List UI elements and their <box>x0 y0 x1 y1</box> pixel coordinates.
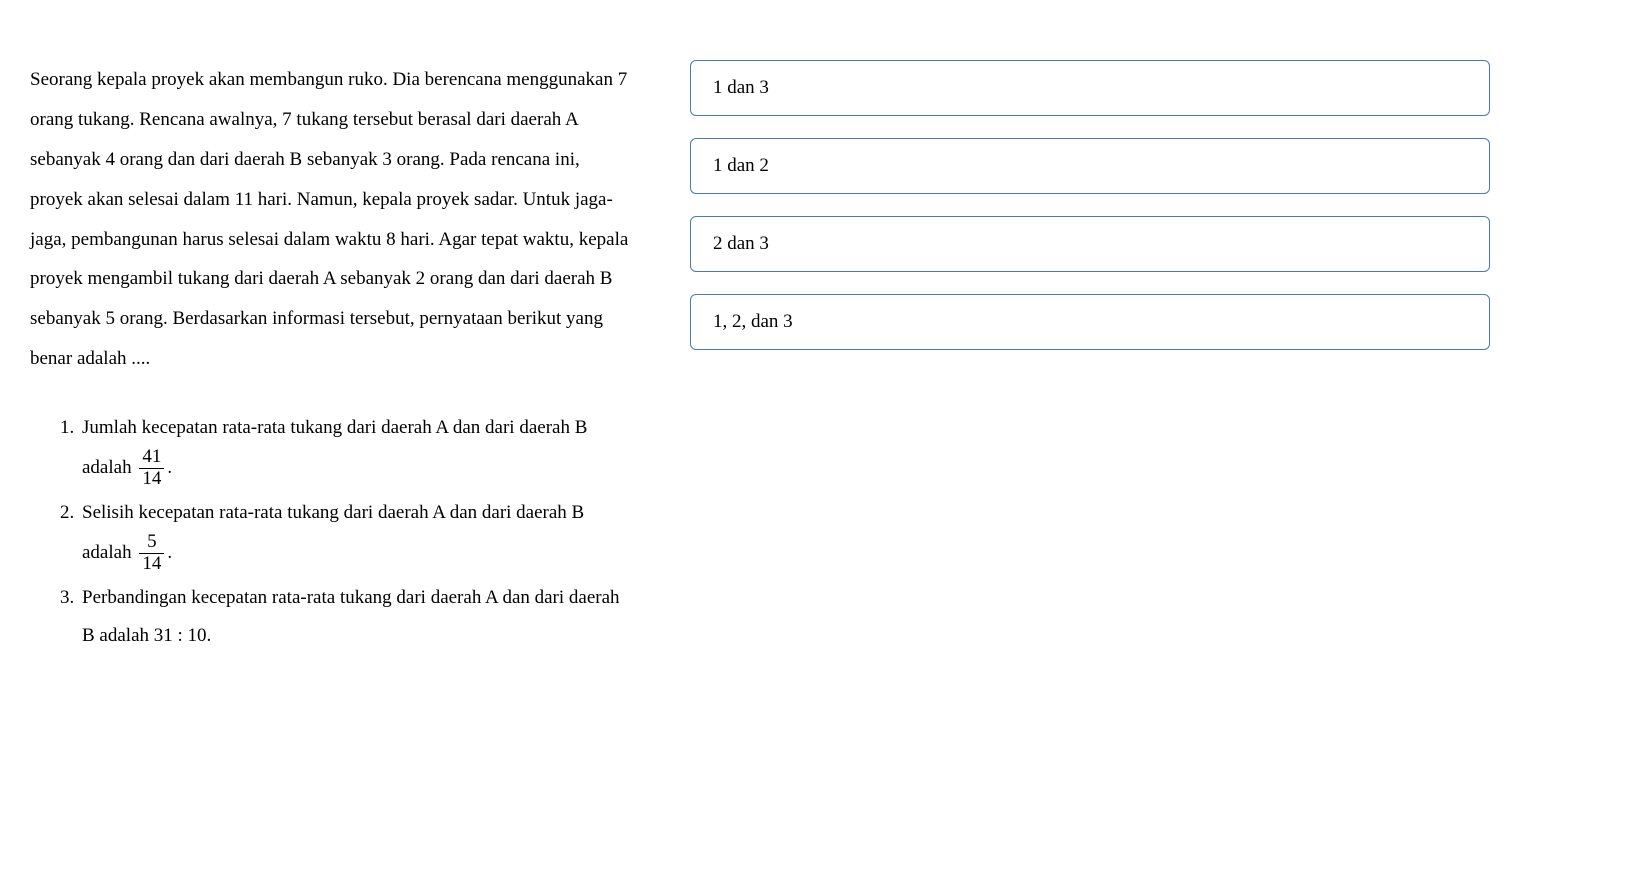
fraction-denominator: 14 <box>139 554 164 575</box>
statement-text: Jumlah kecepatan rata-rata tukang dari d… <box>82 409 630 490</box>
statement-post: . <box>167 457 172 478</box>
statements-list: 1. Jumlah kecepatan rata-rata tukang dar… <box>30 409 630 655</box>
options-column: 1 dan 3 1 dan 2 2 dan 3 1, 2, dan 3 <box>690 60 1490 659</box>
statement-text: Selisih kecepatan rata-rata tukang dari … <box>82 494 630 575</box>
statement-post: . <box>167 542 172 563</box>
question-paragraph: Seorang kepala proyek akan membangun ruk… <box>30 60 630 379</box>
option-4[interactable]: 1, 2, dan 3 <box>690 294 1490 350</box>
question-column: Seorang kepala proyek akan membangun ruk… <box>30 60 630 659</box>
statement-pre: Perbandingan kecepatan rata-rata tukang … <box>82 587 620 646</box>
option-label: 1 dan 2 <box>713 155 769 176</box>
statement-number: 2. <box>60 494 82 532</box>
option-3[interactable]: 2 dan 3 <box>690 216 1490 272</box>
option-label: 1, 2, dan 3 <box>713 311 793 332</box>
option-1[interactable]: 1 dan 3 <box>690 60 1490 116</box>
statement-number: 3. <box>60 579 82 617</box>
fraction-numerator: 5 <box>139 532 164 554</box>
statement-2: 2. Selisih kecepatan rata-rata tukang da… <box>60 494 630 575</box>
fraction-numerator: 41 <box>139 447 164 469</box>
statement-text: Perbandingan kecepatan rata-rata tukang … <box>82 579 630 655</box>
statement-3: 3. Perbandingan kecepatan rata-rata tuka… <box>60 579 630 655</box>
fraction-denominator: 14 <box>139 469 164 490</box>
statement-1: 1. Jumlah kecepatan rata-rata tukang dar… <box>60 409 630 490</box>
option-label: 1 dan 3 <box>713 77 769 98</box>
fraction: 4114 <box>139 447 164 490</box>
statement-number: 1. <box>60 409 82 447</box>
option-2[interactable]: 1 dan 2 <box>690 138 1490 194</box>
fraction: 514 <box>139 532 164 575</box>
option-label: 2 dan 3 <box>713 233 769 254</box>
